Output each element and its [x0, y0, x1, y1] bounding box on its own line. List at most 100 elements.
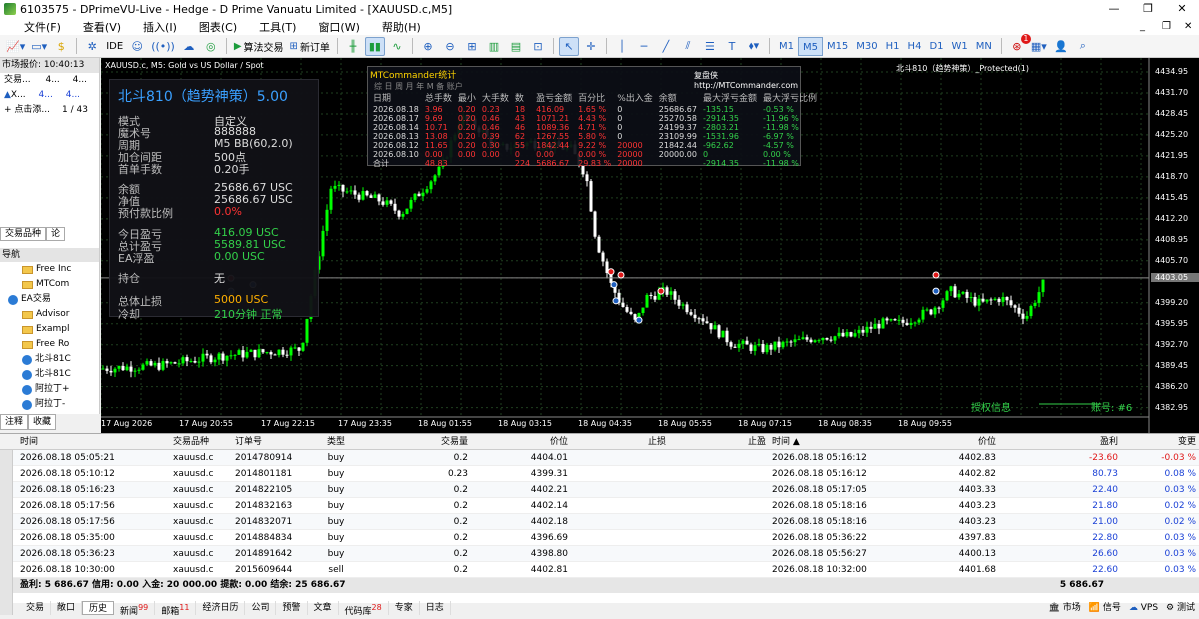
table-row[interactable]: 2026.08.18 10:30:00 xauusd.c 2015609644 sel…	[0, 562, 1199, 578]
menu-chart[interactable]: 图表(C)	[187, 19, 247, 35]
toolbox-tab[interactable]: 日志	[420, 601, 451, 615]
add-symbol-row[interactable]: + 点击添... 1 / 43	[0, 103, 99, 118]
ide-button[interactable]: IDE	[104, 37, 125, 56]
navigator-item[interactable]: MTCom	[0, 277, 99, 292]
candles-icon[interactable]: ▮▮	[364, 36, 385, 56]
history-header-cell[interactable]: 时间 ▲	[769, 434, 894, 449]
indicators-icon[interactable]: ⊛ 1	[1007, 33, 1031, 56]
toolbox-tab[interactable]: 文章	[308, 601, 339, 615]
navigator-item[interactable]: 北斗81C	[0, 352, 99, 367]
profiles-icon[interactable]: ▭▾	[29, 37, 49, 56]
minimize-button[interactable]: —	[1097, 0, 1131, 18]
autoscroll-icon[interactable]: ▥	[484, 37, 504, 56]
status-market[interactable]: 🏛 市场	[1048, 601, 1080, 615]
history-header-cell[interactable]: 交易量	[366, 434, 471, 449]
timeframe-d1[interactable]: D1	[925, 37, 947, 56]
account-icon[interactable]: 👤	[1051, 37, 1071, 56]
toolbox-tab[interactable]: 公司	[245, 601, 277, 615]
market-icon[interactable]: $	[51, 37, 71, 56]
toolbox-tab[interactable]: 交易	[20, 601, 52, 615]
menu-insert[interactable]: 插入(I)	[131, 19, 187, 35]
navigator-item[interactable]: 阿拉丁-	[0, 397, 99, 412]
timeframe-w1[interactable]: W1	[948, 37, 972, 56]
child-close-icon[interactable]: ✕	[1184, 18, 1192, 35]
menu-tools[interactable]: 工具(T)	[247, 19, 306, 35]
market-watch-row[interactable]: ▲X... 4... 4...	[0, 88, 99, 103]
status-tester[interactable]: ⚙ 测试	[1166, 601, 1195, 615]
toolbox-tab[interactable]: 代码库28	[339, 601, 389, 617]
cursor-icon[interactable]: ↖	[558, 36, 579, 56]
trendline-icon[interactable]: ╱	[656, 37, 676, 56]
timeframe-m1[interactable]: M1	[775, 37, 798, 56]
screenshot-icon[interactable]: ⊡	[528, 37, 548, 56]
history-header-cell[interactable]: 止损	[571, 434, 669, 449]
templates-icon[interactable]: ▦▾	[1029, 37, 1049, 56]
table-row[interactable]: 2026.08.18 05:05:21 xauusd.c 2014780914 buy…	[0, 450, 1199, 466]
toolbox-tab[interactable]: 历史	[82, 601, 115, 615]
horizontal-line-icon[interactable]: ─	[634, 37, 654, 56]
tab-symbols[interactable]: 交易品种	[0, 227, 47, 241]
algo-trading-button[interactable]: ▶ 算法交易	[232, 37, 286, 56]
menu-file[interactable]: 文件(F)	[0, 19, 71, 35]
crosshair-icon[interactable]: ✛	[581, 37, 601, 56]
history-header-cell[interactable]: 订单号	[232, 434, 306, 449]
navigator-item[interactable]: Free Inc	[0, 262, 99, 277]
navigator-item[interactable]: EA交易	[0, 292, 99, 307]
search-icon[interactable]: ⌕	[1073, 37, 1093, 56]
navigator-item[interactable]: Exampl	[0, 322, 99, 337]
timeframe-m30[interactable]: M30	[852, 37, 881, 56]
table-row[interactable]: 2026.08.18 05:17:56 xauusd.c 2014832071 buy…	[0, 514, 1199, 530]
toolbox-tab[interactable]: 敞口	[51, 601, 83, 615]
navigator-item[interactable]: Free Ro	[0, 337, 99, 352]
history-header-cell[interactable]: 交易品种	[170, 434, 232, 449]
history-header-cell[interactable]: 类型	[306, 434, 366, 449]
toolbox-tab[interactable]: 预警	[276, 601, 308, 615]
close-button[interactable]: ✕	[1165, 0, 1199, 18]
text-icon[interactable]: T	[722, 37, 742, 56]
options-icon[interactable]: ✲	[82, 37, 102, 56]
timeframe-m15[interactable]: M15	[823, 37, 852, 56]
stats-review-link[interactable]: 复盘侠 http://MTCommander.com	[694, 70, 800, 90]
zoom-out-icon[interactable]: ⊖	[440, 37, 460, 56]
shapes-icon[interactable]: ⬧▾	[744, 37, 764, 56]
toolbox-tab[interactable]: 经济日历	[196, 601, 246, 615]
history-header-cell[interactable]: 价位	[471, 434, 571, 449]
menu-window[interactable]: 窗口(W)	[306, 19, 369, 35]
tab-notes[interactable]: 注释	[0, 414, 29, 430]
history-header-cell[interactable]: 变更	[1121, 434, 1199, 449]
toolbox-tab[interactable]: 新闻99	[114, 601, 156, 617]
navigator-item[interactable]: 北斗81C	[0, 367, 99, 382]
channel-icon[interactable]: ⫽	[678, 37, 698, 56]
history-header-cell[interactable]: 时间	[0, 434, 170, 449]
tab-details[interactable]: 论	[46, 227, 66, 241]
history-header-cell[interactable]: 价位	[894, 434, 999, 449]
timeframe-h4[interactable]: H4	[904, 37, 926, 56]
toolbox-side-tab[interactable]	[0, 450, 13, 615]
new-chart-icon[interactable]: 📈▾	[4, 37, 27, 56]
navigator-item[interactable]: Advisor	[0, 307, 99, 322]
line-chart-icon[interactable]: ∿	[387, 37, 407, 56]
stats-tabs[interactable]: 综 日 周 月 年 M 备 账户	[374, 81, 463, 92]
tab-favorites[interactable]: 收藏	[28, 414, 57, 430]
timeframe-mn[interactable]: MN	[972, 37, 996, 56]
vps-icon[interactable]: ◎	[201, 37, 221, 56]
history-header-cell[interactable]: 止盈	[669, 434, 769, 449]
table-row[interactable]: 2026.08.18 05:35:00 xauusd.c 2014884834 buy…	[0, 530, 1199, 546]
new-order-button[interactable]: ⊞ 新订单	[288, 37, 332, 56]
price-chart[interactable]: XAUUSD.c, M5: Gold vs US Dollar / Spot 北…	[101, 58, 1199, 433]
history-header-cell[interactable]: 盈利	[999, 434, 1121, 449]
navigator-item[interactable]: 阿拉丁+	[0, 382, 99, 397]
menu-help[interactable]: 帮助(H)	[370, 19, 431, 35]
tile-icon[interactable]: ⊞	[462, 37, 482, 56]
bar-chart-icon[interactable]: ╫	[343, 37, 363, 56]
table-row[interactable]: 2026.08.18 05:10:12 xauusd.c 2014801181 buy…	[0, 466, 1199, 482]
timeframe-h1[interactable]: H1	[882, 37, 904, 56]
menu-view[interactable]: 查看(V)	[71, 19, 131, 35]
restore-button[interactable]: ❐	[1131, 0, 1165, 18]
vertical-line-icon[interactable]: │	[612, 37, 632, 56]
chart-shift-icon[interactable]: ▤	[506, 37, 526, 56]
zoom-in-icon[interactable]: ⊕	[418, 37, 438, 56]
signals-icon[interactable]: ☺	[127, 37, 147, 56]
radio-icon[interactable]: ((•))	[149, 37, 177, 56]
status-signals[interactable]: 📶 信号	[1089, 601, 1121, 615]
